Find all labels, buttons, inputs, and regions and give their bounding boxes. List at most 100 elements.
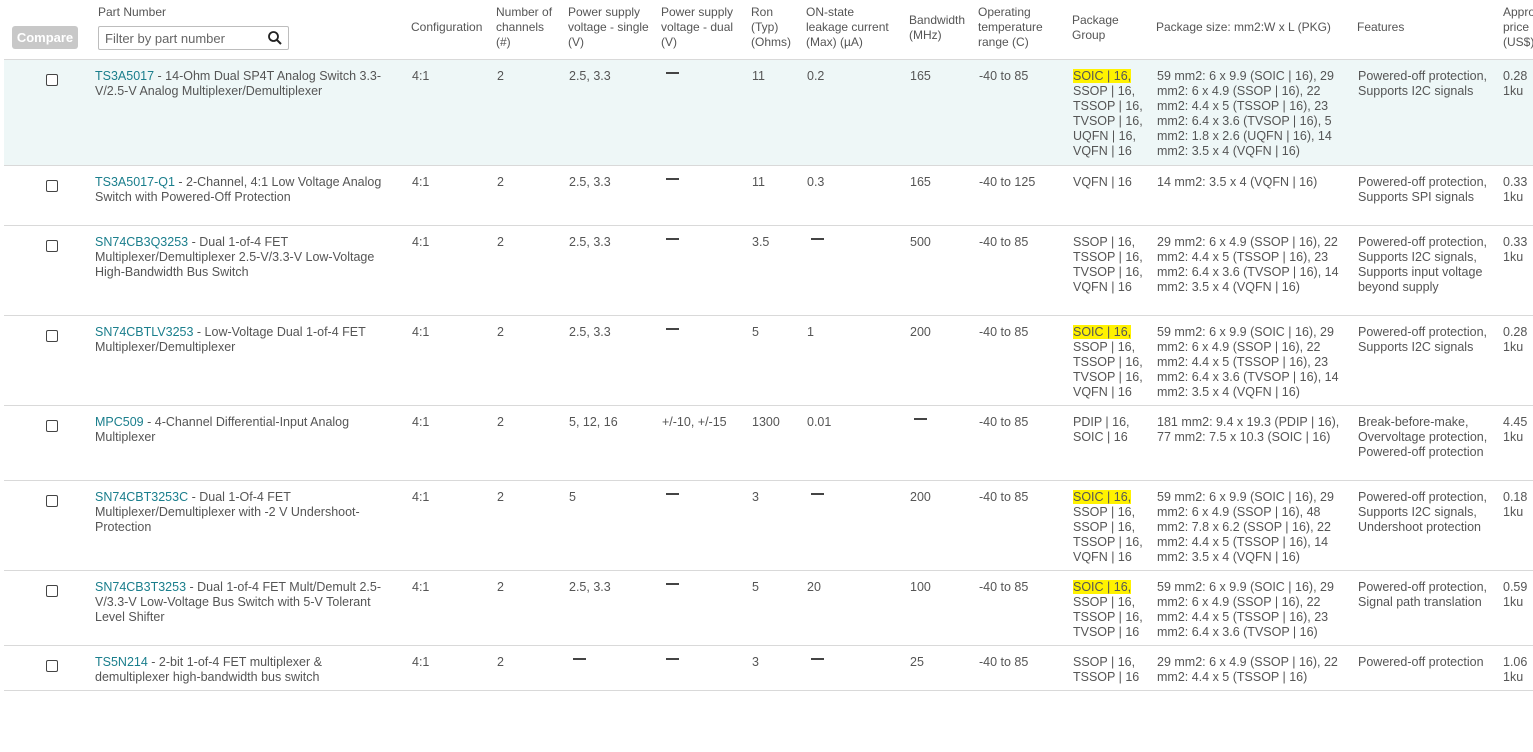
part-number-filter-input[interactable] xyxy=(99,27,265,49)
channels-cell: 2 xyxy=(497,490,504,504)
channels-cell: 2 xyxy=(497,69,504,83)
part-cell: TS5N214 - 2-bit 1-of-4 FET multiplexer &… xyxy=(95,655,395,685)
table-row[interactable]: SN74CBT3253C - Dual 1-Of-4 FET Multiplex… xyxy=(4,481,1533,571)
leakage-cell xyxy=(807,655,824,670)
table-row[interactable]: SN74CB3T3253 - Dual 1-of-4 FET Mult/Demu… xyxy=(4,571,1533,646)
ron-cell: 5 xyxy=(752,325,759,339)
bandwidth-cell: 500 xyxy=(910,235,931,249)
table-row[interactable]: MPC509 - 4-Channel Differential-Input An… xyxy=(4,406,1533,481)
package-group-text: TSSOP | 16, xyxy=(1073,99,1143,113)
price-cell: 0.28 1ku xyxy=(1503,325,1528,354)
table-row[interactable]: TS5N214 - 2-bit 1-of-4 FET multiplexer &… xyxy=(4,646,1533,691)
price-cell: 1.06 1ku xyxy=(1503,655,1528,684)
price-cell: 0.28 1ku xyxy=(1503,69,1528,98)
bandwidth-cell: 165 xyxy=(910,69,931,83)
ron-cell: 3 xyxy=(752,490,759,504)
header-features[interactable]: Features xyxy=(1357,20,1404,35)
package-group-item: SOIC | 16, xyxy=(1073,325,1153,340)
package-group-text: PDIP | 16, xyxy=(1073,415,1130,429)
ron-cell: 3.5 xyxy=(752,235,770,249)
package-group-cell: PDIP | 16, SOIC | 16 xyxy=(1073,415,1153,445)
package-group-item: TVSOP | 16, xyxy=(1073,265,1153,280)
part-number-link[interactable]: TS3A5017-Q1 xyxy=(95,175,175,189)
header-supply-dual[interactable]: Power supply voltage - dual (V) xyxy=(661,5,733,50)
package-group-item: TSSOP | 16, xyxy=(1073,535,1153,550)
ron-cell: 3 xyxy=(752,655,759,669)
compare-button[interactable]: Compare xyxy=(12,26,78,49)
features-cell: Powered-off protection, Supports I2C sig… xyxy=(1358,325,1488,354)
search-icon[interactable] xyxy=(267,30,283,46)
package-group-item: PDIP | 16, xyxy=(1073,415,1153,430)
price-cell: 0.33 1ku xyxy=(1503,235,1528,264)
part-number-link[interactable]: TS3A5017 xyxy=(95,69,154,83)
temperature-cell: -40 to 85 xyxy=(979,655,1029,669)
package-group-item: SOIC | 16, xyxy=(1073,490,1153,505)
package-group-text: TSSOP | 16, xyxy=(1073,610,1143,624)
package-group-text: SOIC | 16 xyxy=(1073,430,1128,444)
leakage-cell: 20 xyxy=(807,580,821,594)
features-cell: Powered-off protection, Supports I2C sig… xyxy=(1358,69,1488,98)
package-group-item: SOIC | 16, xyxy=(1073,69,1153,84)
header-configuration[interactable]: Configuration xyxy=(411,20,482,35)
em-dash-icon xyxy=(914,417,927,420)
compare-checkbox[interactable] xyxy=(46,74,58,86)
package-group-text: SOIC | 16, xyxy=(1073,580,1132,594)
em-dash-icon xyxy=(666,327,679,330)
features-cell: Powered-off protection, Signal path tran… xyxy=(1358,580,1488,609)
compare-checkbox[interactable] xyxy=(46,660,58,672)
package-group-cell: SOIC | 16, SSOP | 16, TSSOP | 16, TVSOP | 1… xyxy=(1073,325,1153,400)
configuration-cell: 4:1 xyxy=(412,175,430,189)
part-number-link[interactable]: SN74CB3Q3253 xyxy=(95,235,188,249)
package-group-text: SOIC | 16, xyxy=(1073,69,1132,83)
package-group-cell: VQFN | 16 xyxy=(1073,175,1153,190)
table-row[interactable]: SN74CB3Q3253 - Dual 1-of-4 FET Multiplex… xyxy=(4,226,1533,316)
header-bandwidth[interactable]: Bandwidth (MHz) xyxy=(909,13,965,43)
part-number-link[interactable]: SN74CBT3253C xyxy=(95,490,188,504)
package-group-item: TSSOP | 16, xyxy=(1073,610,1153,625)
package-group-item: UQFN | 16, xyxy=(1073,129,1153,144)
compare-checkbox[interactable] xyxy=(46,495,58,507)
package-group-cell: SOIC | 16, SSOP | 16, TSSOP | 16, TVSOP | 1… xyxy=(1073,580,1153,640)
table-row[interactable]: TS3A5017-Q1 - 2-Channel, 4:1 Low Voltage… xyxy=(4,166,1533,226)
header-supply-single[interactable]: Power supply voltage - single (V) xyxy=(568,5,649,50)
part-number-link[interactable]: MPC509 xyxy=(95,415,144,429)
header-ron[interactable]: Ron (Typ) (Ohms) xyxy=(751,5,791,50)
header-package-size[interactable]: Package size: mm2:W x L (PKG) xyxy=(1156,20,1331,35)
package-group-item: TVSOP | 16, xyxy=(1073,114,1153,129)
part-number-link[interactable]: SN74CBTLV3253 xyxy=(95,325,193,339)
supply-dual-cell xyxy=(662,580,679,595)
compare-checkbox[interactable] xyxy=(46,180,58,192)
price-cell: 4.45 1ku xyxy=(1503,415,1528,444)
channels-cell: 2 xyxy=(497,415,504,429)
supply-dual-cell xyxy=(662,175,679,190)
package-group-item: SSOP | 16, xyxy=(1073,235,1153,250)
package-group-text: SOIC | 16, xyxy=(1073,490,1132,504)
price-cell: 0.18 1ku xyxy=(1503,490,1528,519)
package-group-item: SSOP | 16, xyxy=(1073,505,1153,520)
channels-cell: 2 xyxy=(497,175,504,189)
part-number-link[interactable]: SN74CB3T3253 xyxy=(95,580,186,594)
package-group-item: SOIC | 16, xyxy=(1073,580,1153,595)
header-package-group[interactable]: Package Group xyxy=(1072,13,1119,43)
package-group-text: TSSOP | 16, xyxy=(1073,535,1143,549)
header-channels[interactable]: Number of channels (#) xyxy=(496,5,552,50)
package-size-cell: 181 mm2: 9.4 x 19.3 (PDIP | 16), 77 mm2:… xyxy=(1157,415,1340,444)
package-group-text: SSOP | 16, xyxy=(1073,235,1136,249)
part-number-link[interactable]: TS5N214 xyxy=(95,655,148,669)
compare-checkbox[interactable] xyxy=(46,420,58,432)
header-temp[interactable]: Operating temperature range (C) xyxy=(978,5,1043,50)
package-group-text: SSOP | 16, xyxy=(1073,84,1136,98)
supply-dual-cell xyxy=(662,490,679,505)
compare-checkbox[interactable] xyxy=(46,330,58,342)
compare-checkbox[interactable] xyxy=(46,585,58,597)
supply-dual-cell xyxy=(662,69,679,84)
part-number-filter[interactable] xyxy=(98,26,289,50)
table-row[interactable]: SN74CBTLV3253 - Low-Voltage Dual 1-of-4 … xyxy=(4,316,1533,406)
header-leakage[interactable]: ON-state leakage current (Max) (µA) xyxy=(806,5,889,50)
channels-cell: 2 xyxy=(497,235,504,249)
header-price[interactable]: Approx price (US$) xyxy=(1503,5,1533,50)
compare-checkbox[interactable] xyxy=(46,240,58,252)
header-part-number[interactable]: Part Number xyxy=(98,5,166,20)
package-group-item: VQFN | 16 xyxy=(1073,385,1153,400)
table-row[interactable]: TS3A5017 - 14-Ohm Dual SP4T Analog Switc… xyxy=(4,60,1533,166)
